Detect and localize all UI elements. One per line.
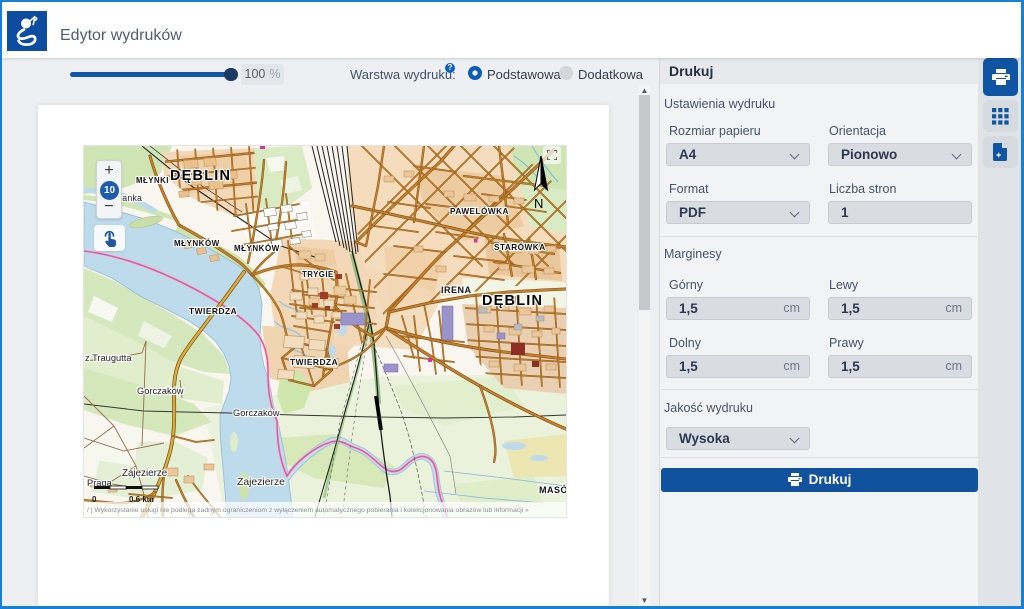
svg-text:IRENA: IRENA xyxy=(441,285,472,295)
svg-text:TWIERDZA: TWIERDZA xyxy=(189,306,237,316)
svg-text:/ | Wykorzystanie usługi nie p: / | Wykorzystanie usługi nie podlega żad… xyxy=(87,507,529,514)
svg-text:MŁYNKI: MŁYNKI xyxy=(136,176,169,185)
svg-text:TWIERDZA: TWIERDZA xyxy=(290,357,338,367)
svg-text:MŁYNKÓW: MŁYNKÓW xyxy=(174,239,220,248)
svg-text:PAWELÓWKA: PAWELÓWKA xyxy=(450,205,509,216)
svg-text:DĘBLIN: DĘBLIN xyxy=(170,168,231,184)
svg-text:Gorczaków: Gorczaków xyxy=(233,408,280,418)
svg-text:z Traugutta: z Traugutta xyxy=(85,353,132,363)
svg-text:STARÓWKA: STARÓWKA xyxy=(494,241,546,252)
svg-text:Zajezierze: Zajezierze xyxy=(237,477,285,488)
svg-text:MŁYNKÓW: MŁYNKÓW xyxy=(234,244,280,253)
svg-text:DĘBLIN: DĘBLIN xyxy=(482,293,543,309)
svg-text:MASÓW: MASÓW xyxy=(539,484,566,495)
svg-text:Zajezierze: Zajezierze xyxy=(122,468,168,479)
svg-text:Gorczaków: Gorczaków xyxy=(137,386,184,396)
svg-text:TRYGIE: TRYGIE xyxy=(302,270,334,279)
svg-text:N: N xyxy=(534,196,543,211)
